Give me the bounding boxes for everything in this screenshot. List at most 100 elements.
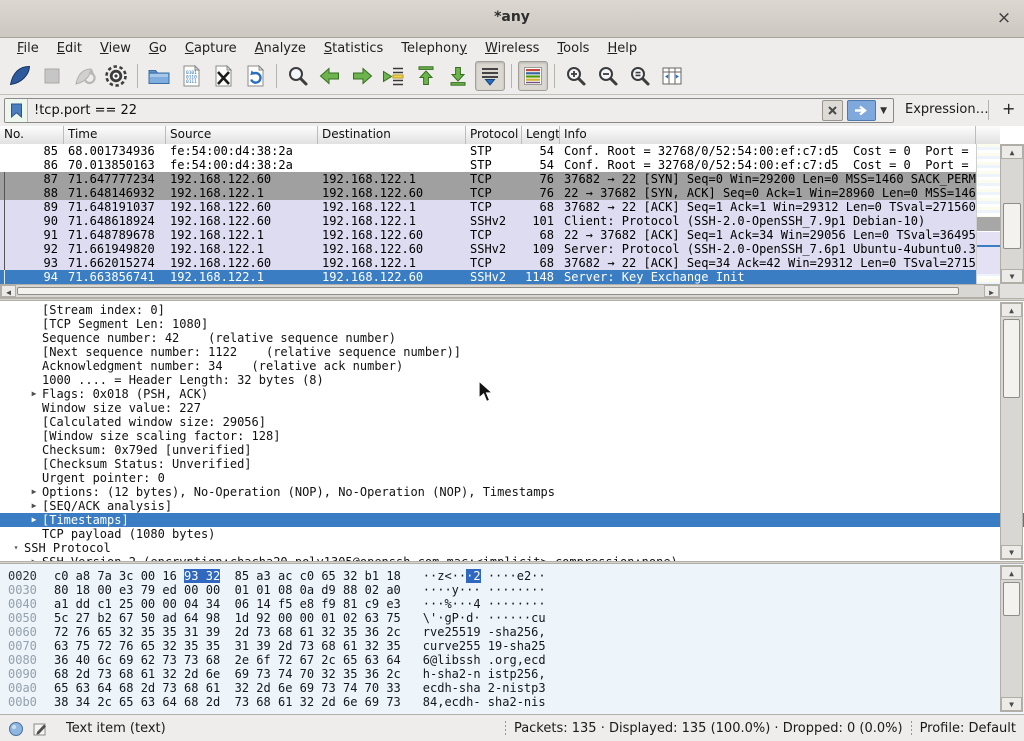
hex-ascii[interactable]: ··z<···2 ····e2··	[423, 569, 546, 583]
details-vscrollbar[interactable]: ▲ ▼	[1000, 302, 1023, 560]
hex-bytes[interactable]: 38 34 2c 65 63 64 68 2d 73 68 61 32 2d 6…	[54, 695, 401, 709]
packet-row[interactable]: 9171.648789678192.168.122.1192.168.122.6…	[0, 228, 976, 242]
bytes-vscrollbar[interactable]: ▲ ▼	[1000, 565, 1023, 712]
hex-bytes[interactable]: c0 a8 7a 3c 00 16 93 32 85 a3 ac c0 65 3…	[54, 569, 401, 583]
expand-arrow-icon[interactable]: ▶	[26, 513, 42, 527]
close-window-button[interactable]: ×	[994, 8, 1014, 28]
packet-row[interactable]: 9271.661949820192.168.122.1192.168.122.6…	[0, 242, 976, 256]
scroll-up-icon[interactable]: ▲	[1001, 566, 1022, 580]
add-filter-button[interactable]: +	[1002, 99, 1015, 118]
packet-row[interactable]: 9471.663856741192.168.122.1192.168.122.6…	[0, 270, 976, 284]
colorize-packets-button[interactable]	[518, 61, 548, 91]
hex-ascii[interactable]: 6@libssh .org,ecd	[423, 653, 546, 667]
hex-row[interactable]: 009068 2d 73 68 61 32 2d 6e 69 73 74 70 …	[0, 667, 1024, 681]
expand-arrow-icon[interactable]: ▶	[26, 387, 42, 401]
hex-bytes[interactable]: a1 dd c1 25 00 00 04 34 06 14 f5 e8 f9 8…	[54, 597, 401, 611]
menu-wireless[interactable]: Wireless	[476, 40, 548, 57]
scroll-right-icon[interactable]: ▶	[984, 285, 999, 297]
scroll-up-icon[interactable]: ▲	[1001, 303, 1022, 317]
detail-row[interactable]: [Calculated window size: 29056]	[0, 415, 1000, 429]
packet-row[interactable]: 8568.001734936fe:54:00:d4:38:2aSTP54Conf…	[0, 144, 976, 158]
reload-capture-button[interactable]	[240, 61, 270, 91]
column-header-info[interactable]: Info	[560, 126, 976, 144]
hex-row[interactable]: 006072 76 65 32 35 35 31 39 2d 73 68 61 …	[0, 625, 1024, 639]
menu-capture[interactable]: Capture	[176, 40, 246, 57]
scroll-up-icon[interactable]: ▲	[1001, 145, 1023, 159]
column-header-time[interactable]: Time	[64, 126, 166, 144]
detail-row[interactable]: ▶[SEQ/ACK analysis]	[0, 499, 1000, 513]
display-filter-input[interactable]	[28, 99, 820, 122]
capture-options-button[interactable]	[101, 61, 131, 91]
detail-row[interactable]: [Checksum Status: Unverified]	[0, 457, 1000, 471]
hex-ascii[interactable]: rve25519 -sha256,	[423, 625, 546, 639]
menu-edit[interactable]: Edit	[48, 40, 91, 57]
start-capture-button[interactable]	[5, 61, 35, 91]
packet-list-minimap[interactable]	[976, 144, 1001, 284]
scroll-down-icon[interactable]: ▼	[1001, 269, 1023, 283]
display-filter-field[interactable]: ▼	[4, 98, 894, 123]
go-to-packet-button[interactable]	[379, 61, 409, 91]
menu-go[interactable]: Go	[140, 40, 176, 57]
column-header-source[interactable]: Source	[166, 126, 318, 144]
detail-row[interactable]: ▶Flags: 0x018 (PSH, ACK)	[0, 387, 1000, 401]
hex-ascii[interactable]: h-sha2-n istp256,	[423, 667, 546, 681]
column-header-length[interactable]: Length	[522, 126, 560, 144]
detail-row[interactable]: Acknowledgment number: 34 (relative ack …	[0, 359, 1000, 373]
stop-capture-button[interactable]	[37, 61, 67, 91]
scroll-down-icon[interactable]: ▼	[1001, 545, 1022, 559]
hex-row[interactable]: 008036 40 6c 69 62 73 73 68 2e 6f 72 67 …	[0, 653, 1024, 667]
restart-capture-button[interactable]	[69, 61, 99, 91]
hex-row[interactable]: 00b038 34 2c 65 63 64 68 2d 73 68 61 32 …	[0, 695, 1024, 709]
ascii-selected-chars[interactable]: ·2	[466, 569, 480, 583]
hex-ascii[interactable]: ····y··· ········	[423, 583, 546, 597]
column-header-no[interactable]: No.	[0, 126, 64, 144]
resize-columns-button[interactable]	[657, 61, 687, 91]
detail-row[interactable]: ▶Options: (12 bytes), No-Operation (NOP)…	[0, 485, 1000, 499]
packet-row[interactable]: 8871.648146932192.168.122.1192.168.122.6…	[0, 186, 976, 200]
hex-ascii[interactable]: ecdh-sha 2-nistp3	[423, 681, 546, 695]
zoom-original-button[interactable]	[625, 61, 655, 91]
filter-apply-button[interactable]	[847, 100, 876, 121]
hex-row[interactable]: 0040a1 dd c1 25 00 00 04 34 06 14 f5 e8 …	[0, 597, 1024, 611]
packet-row[interactable]: 8771.647777234192.168.122.60192.168.122.…	[0, 172, 976, 186]
zoom-in-button[interactable]	[561, 61, 591, 91]
hex-ascii[interactable]: \'·gP·d· ······cu	[423, 611, 546, 625]
detail-row[interactable]: Sequence number: 42 (relative sequence n…	[0, 331, 1000, 345]
menu-tools[interactable]: Tools	[548, 40, 598, 57]
open-capture-button[interactable]	[144, 61, 174, 91]
hex-selected-bytes[interactable]: 93 32	[184, 569, 220, 583]
go-back-button[interactable]	[315, 61, 345, 91]
save-capture-button[interactable]: 010101100111	[176, 61, 206, 91]
detail-row[interactable]: TCP payload (1080 bytes)	[0, 527, 1000, 541]
detail-row[interactable]: Checksum: 0x79ed [unverified]	[0, 443, 1000, 457]
packet-row[interactable]: 8971.648191037192.168.122.60192.168.122.…	[0, 200, 976, 214]
scrollbar-thumb[interactable]	[17, 287, 959, 295]
go-last-packet-button[interactable]	[443, 61, 473, 91]
detail-row[interactable]: ▶[Timestamps]	[0, 513, 1024, 527]
expression-button[interactable]: Expression…	[905, 102, 989, 117]
hex-bytes[interactable]: 72 76 65 32 35 35 31 39 2d 73 68 61 32 3…	[54, 625, 401, 639]
filter-dropdown-caret-icon[interactable]: ▼	[880, 106, 887, 116]
packet-list-vscrollbar[interactable]: ▲ ▼	[1000, 144, 1024, 284]
hex-bytes[interactable]: 63 75 72 76 65 32 35 35 31 39 2d 73 68 6…	[54, 639, 401, 653]
detail-row[interactable]: 1000 .... = Header Length: 32 bytes (8)	[0, 373, 1000, 387]
expand-arrow-icon[interactable]: ▾	[8, 541, 24, 555]
scrollbar-thumb[interactable]	[1003, 203, 1021, 249]
scroll-left-icon[interactable]: ◀	[1, 285, 16, 297]
capture-comment-icon[interactable]	[32, 721, 48, 737]
column-header-protocol[interactable]: Protocol	[466, 126, 522, 144]
hex-row[interactable]: 00505c 27 b2 67 50 ad 64 98 1d 92 00 00 …	[0, 611, 1024, 625]
filter-bookmark-icon[interactable]	[5, 99, 28, 122]
detail-row[interactable]: [Window size scaling factor: 128]	[0, 429, 1000, 443]
hex-row[interactable]: 003080 18 00 e3 79 ed 00 00 01 01 08 0a …	[0, 583, 1024, 597]
packet-row[interactable]: 8670.013850163fe:54:00:d4:38:2aSTP54Conf…	[0, 158, 976, 172]
hex-bytes[interactable]: 36 40 6c 69 62 73 73 68 2e 6f 72 67 2c 6…	[54, 653, 401, 667]
menu-file[interactable]: File	[8, 40, 48, 57]
menu-statistics[interactable]: Statistics	[315, 40, 392, 57]
go-forward-button[interactable]	[347, 61, 377, 91]
detail-row[interactable]: ▾SSH Protocol	[0, 541, 1000, 555]
zoom-out-button[interactable]	[593, 61, 623, 91]
hex-ascii[interactable]: curve255 19-sha25	[423, 639, 546, 653]
titlebar[interactable]: *any ×	[0, 0, 1024, 38]
scroll-down-icon[interactable]: ▼	[1001, 697, 1022, 711]
